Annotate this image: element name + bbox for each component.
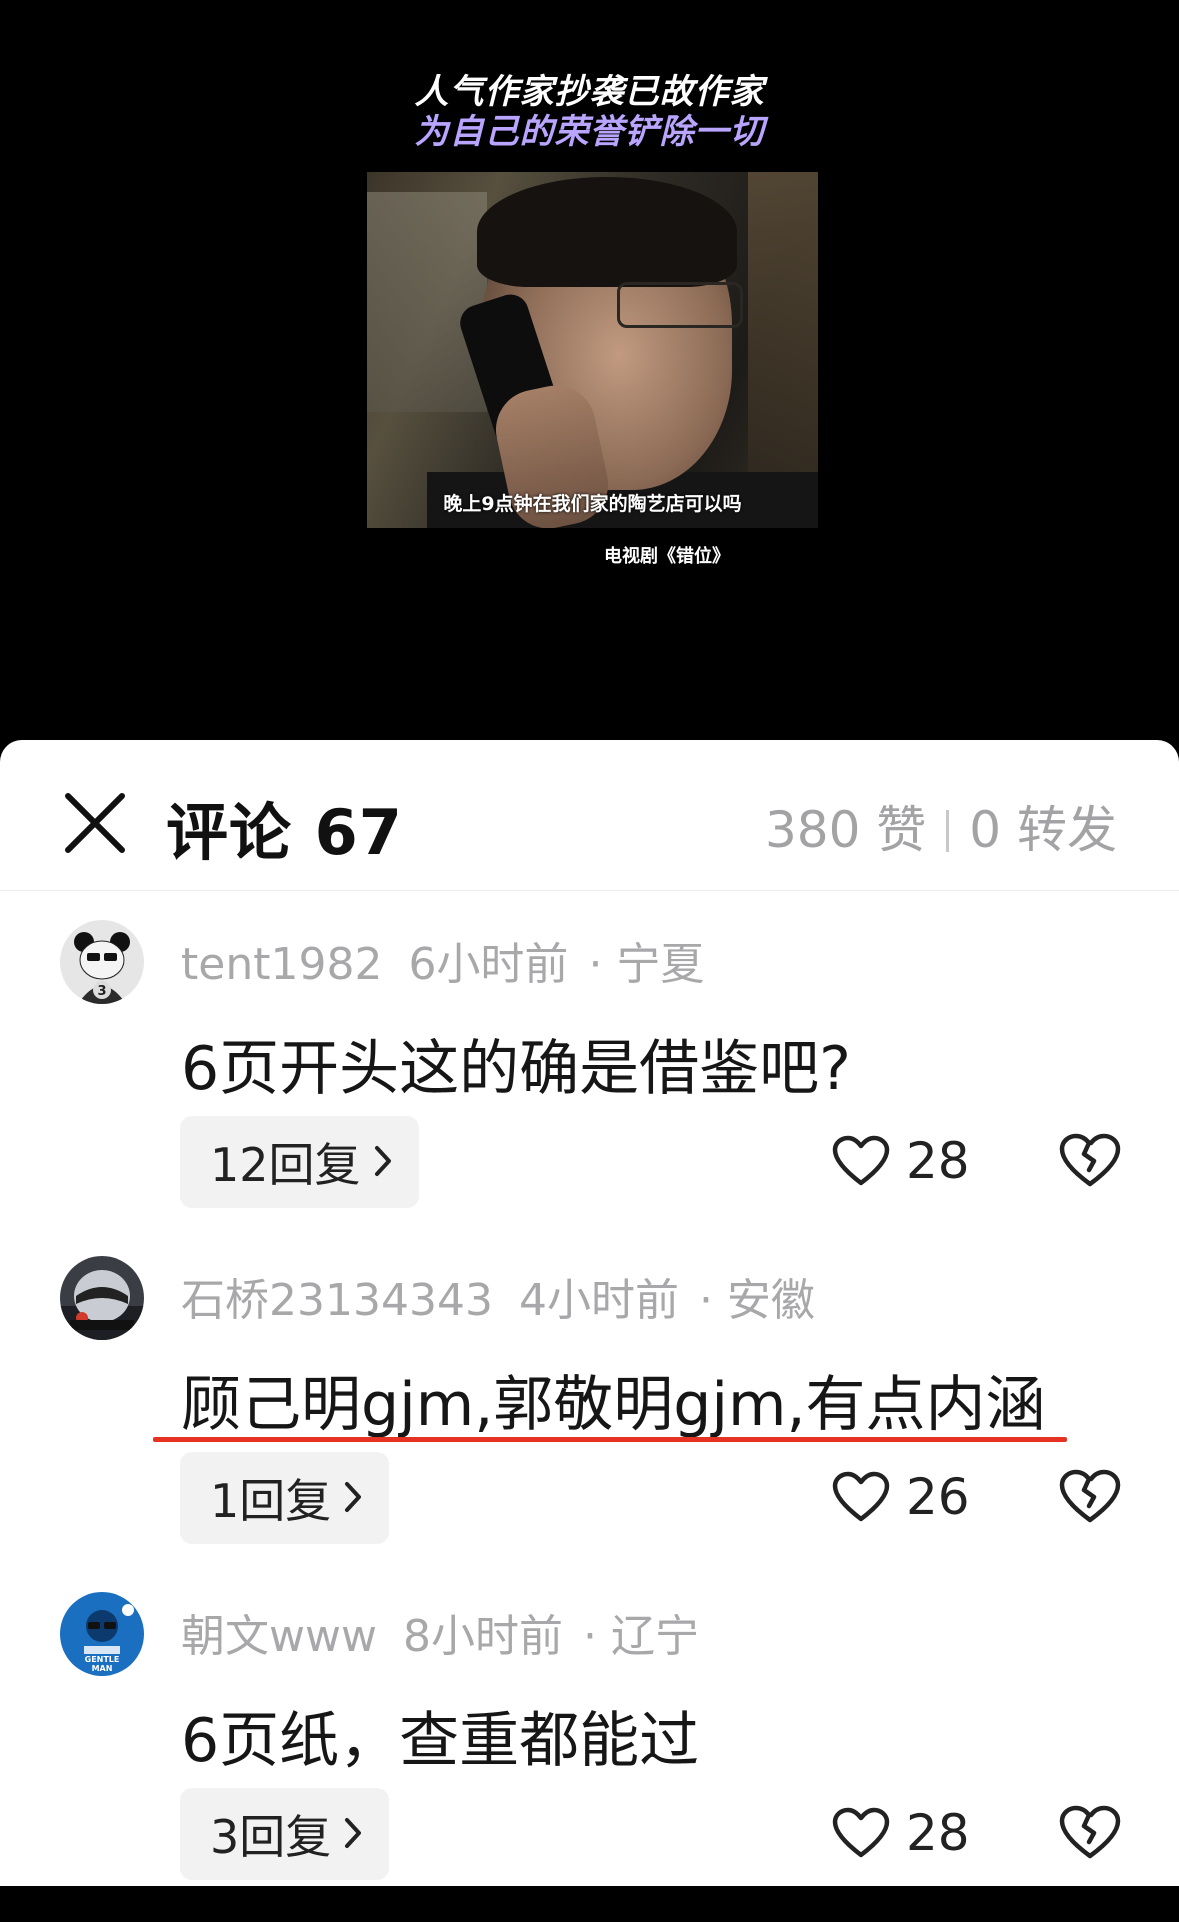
view-replies-button[interactable]: 3回复: [180, 1788, 390, 1880]
comment-time: 8小时前: [402, 1611, 563, 1662]
helmet-avatar-icon[interactable]: [60, 1256, 144, 1340]
stats-divider: [946, 810, 950, 852]
comments-title: 评论 67: [166, 796, 403, 869]
like-button[interactable]: 26: [832, 1468, 970, 1526]
reply-count: 12回复: [210, 1138, 361, 1192]
comment-username[interactable]: 朝文www: [181, 1611, 377, 1662]
svg-text:MAN: MAN: [92, 1664, 113, 1673]
chevron-right-icon: [343, 1807, 363, 1861]
close-icon: [65, 793, 125, 853]
broken-heart-icon: [1059, 1469, 1121, 1523]
video-subtitle: 晚上9点钟在我们家的陶艺店可以吗: [443, 493, 742, 515]
gentleman-avatar-icon[interactable]: GENTLE MAN: [60, 1592, 144, 1676]
chevron-right-icon: [343, 1471, 363, 1525]
video-frame: 晚上9点钟在我们家的陶艺店可以吗: [367, 172, 818, 528]
video-source-label: 电视剧《错位》: [604, 546, 730, 567]
comment-meta: 石桥23134343 4小时前 · 安徽: [181, 1264, 815, 1328]
comment-location: · 宁夏: [588, 939, 705, 990]
comment-meta: tent1982 6小时前 · 宁夏: [181, 928, 704, 992]
comment-time: 6小时前: [408, 939, 569, 990]
like-button[interactable]: 28: [832, 1804, 970, 1862]
close-button[interactable]: [60, 788, 130, 858]
dislike-button[interactable]: [1058, 1804, 1122, 1864]
comment-sheet-header: 评论 67 380 赞 0 转发: [0, 740, 1179, 891]
video-caption-line2: 为自己的荣誉铲除一切: [414, 112, 765, 152]
heart-icon: [832, 1807, 890, 1858]
comment-item: 3 tent1982 6小时前 · 宁夏 6页开头这的确是借鉴吧? 12回复 28: [0, 920, 1179, 1250]
comment-text[interactable]: 顾己明gjm,郭敬明gjm,有点内涵: [181, 1356, 1046, 1443]
panda-avatar-icon[interactable]: 3: [60, 920, 144, 1004]
like-button[interactable]: 28: [832, 1132, 970, 1190]
comment-username[interactable]: tent1982: [181, 939, 382, 990]
heart-icon: [832, 1135, 890, 1186]
highlight-underline: [153, 1437, 1067, 1442]
comment-text[interactable]: 6页开头这的确是借鉴吧?: [181, 1020, 851, 1107]
reply-count: 3回复: [210, 1810, 332, 1864]
video-player[interactable]: 人气作家抄袭已故作家 为自己的荣誉铲除一切 晚上9点钟在我们家的陶艺店可以吗 电…: [0, 0, 1179, 745]
like-count: 28: [906, 1132, 970, 1190]
like-count: 26: [906, 1468, 970, 1526]
post-stats: 380 赞 0 转发: [765, 790, 1117, 862]
view-replies-button[interactable]: 12回复: [180, 1116, 419, 1208]
view-replies-button[interactable]: 1回复: [180, 1452, 390, 1544]
dislike-button[interactable]: [1058, 1132, 1122, 1192]
reply-count: 1回复: [210, 1474, 332, 1528]
svg-text:3: 3: [97, 984, 106, 999]
comment-item: 石桥23134343 4小时前 · 安徽 顾己明gjm,郭敬明gjm,有点内涵 1回…: [0, 1256, 1179, 1586]
shares-total: 0 转发: [969, 801, 1117, 859]
like-count: 28: [906, 1804, 970, 1862]
svg-text:GENTLE: GENTLE: [85, 1655, 120, 1664]
dislike-button[interactable]: [1058, 1468, 1122, 1528]
comment-location: · 辽宁: [582, 1611, 699, 1662]
likes-total: 380 赞: [764, 801, 927, 859]
broken-heart-icon: [1059, 1133, 1121, 1187]
comment-location: · 安徽: [698, 1275, 815, 1326]
heart-icon: [832, 1471, 890, 1522]
comment-item: GENTLE MAN 朝文www 8小时前 · 辽宁 6页纸，查重都能过 3回复 2…: [0, 1592, 1179, 1922]
comment-time: 4小时前: [518, 1275, 679, 1326]
comment-text[interactable]: 6页纸，查重都能过: [181, 1692, 699, 1779]
comment-sheet: 评论 67 380 赞 0 转发 3 tent1982 6小时前 · 宁夏 6页开头这…: [0, 740, 1179, 1886]
comment-meta: 朝文www 8小时前 · 辽宁: [181, 1600, 699, 1664]
comment-username[interactable]: 石桥23134343: [181, 1275, 493, 1326]
broken-heart-icon: [1059, 1805, 1121, 1859]
chevron-right-icon: [373, 1135, 393, 1189]
